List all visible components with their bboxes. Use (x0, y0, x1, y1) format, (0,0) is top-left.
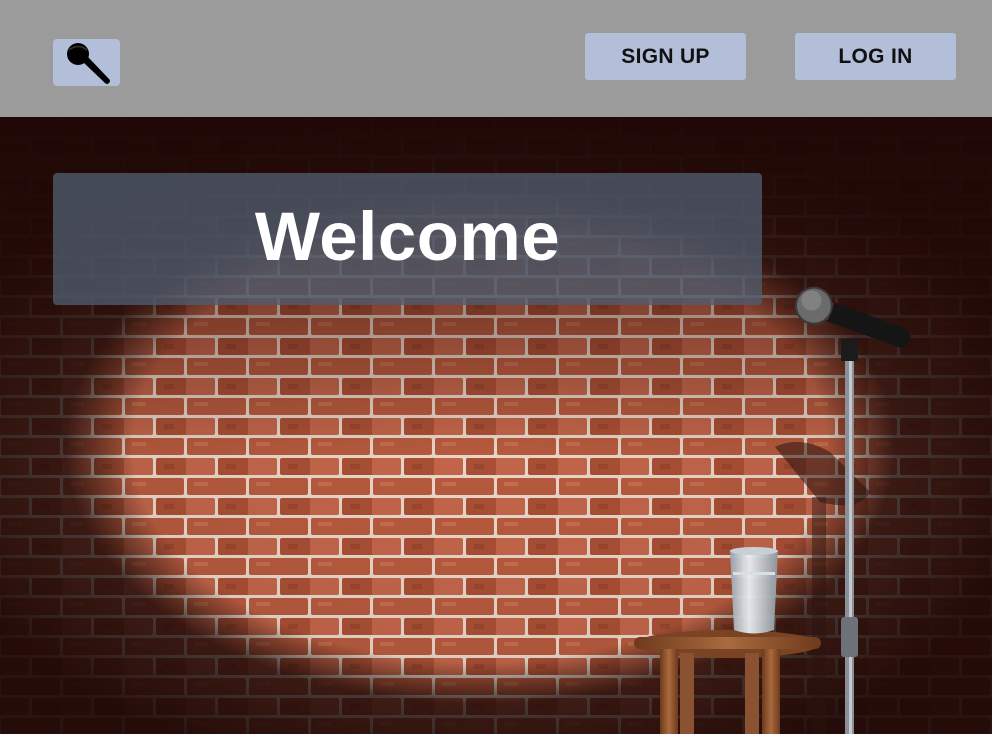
sign-up-button[interactable]: SIGN UP (585, 33, 746, 80)
welcome-title: Welcome (254, 198, 561, 275)
hero-stage: Welcome (0, 117, 992, 734)
log-in-button[interactable]: LOG IN (795, 33, 956, 80)
logo-button[interactable] (53, 39, 120, 86)
top-nav-bar: SIGN UP LOG IN (0, 0, 992, 117)
welcome-banner: Welcome (53, 173, 762, 305)
microphone-icon (66, 42, 110, 84)
